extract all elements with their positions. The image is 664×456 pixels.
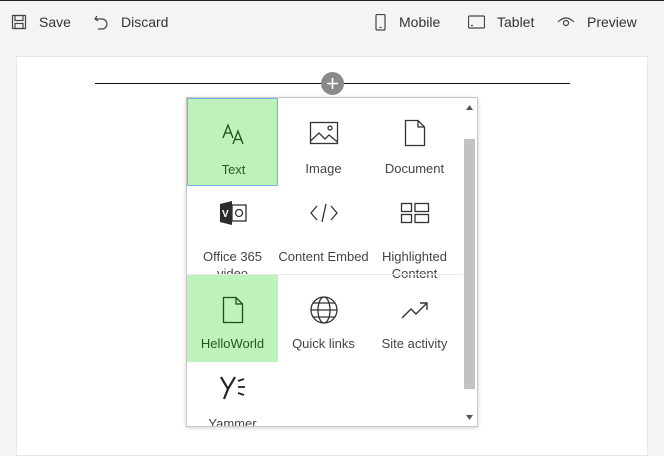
helloworld-document-icon (222, 296, 243, 324)
office365-video-icon: V (219, 201, 247, 225)
save-label: Save (39, 14, 71, 30)
tile-site-activity[interactable]: Site activity (369, 275, 460, 362)
globe-icon (309, 296, 338, 324)
tile-content-embed[interactable]: Content Embed (278, 186, 369, 274)
caret-up-icon (466, 104, 473, 110)
tablet-label: Tablet (497, 14, 535, 30)
discard-label: Discard (121, 14, 169, 30)
discard-button[interactable]: Discard (93, 1, 168, 43)
tile-yammer-label: Yammer (208, 416, 257, 427)
highlighted-content-icon (400, 202, 429, 224)
undo-icon (94, 15, 108, 30)
add-webpart-button[interactable] (321, 72, 344, 95)
tile-image[interactable]: Image (278, 98, 369, 186)
tile-quick-links-label: Quick links (292, 336, 355, 351)
caret-down-icon (466, 414, 473, 420)
tile-highlighted-content[interactable]: Highlighted Content (369, 186, 460, 281)
mobile-view-button[interactable]: Mobile (375, 1, 440, 43)
webpart-toolbox: Text Image Document V Office 365 Content… (186, 97, 478, 427)
plus-icon (327, 78, 338, 89)
tile-helloworld[interactable]: HelloWorld (187, 275, 278, 362)
code-embed-icon (309, 203, 338, 223)
tile-quick-links[interactable]: Quick links (278, 275, 369, 362)
tile-content-embed-label: Content Embed (278, 249, 369, 264)
toolbox-scrollbar[interactable] (462, 98, 477, 426)
preview-button[interactable]: Preview (557, 1, 637, 43)
trending-icon (401, 302, 428, 319)
tile-text-label: Text (221, 162, 246, 177)
preview-label: Preview (587, 14, 637, 30)
scroll-up-arrow[interactable] (462, 100, 477, 114)
tile-document[interactable]: Document (369, 98, 460, 186)
tile-document-label: Document (384, 161, 445, 176)
tile-office365-video[interactable]: V Office 365 video (187, 186, 278, 281)
tile-site-activity-label: Site activity (381, 336, 448, 351)
tile-image-label: Image (305, 161, 342, 176)
eye-icon (557, 17, 575, 27)
save-button[interactable]: Save (11, 1, 71, 43)
tablet-view-button[interactable]: Tablet (468, 1, 534, 43)
tile-helloworld-label: HelloWorld (200, 336, 265, 351)
image-icon (309, 121, 338, 145)
mobile-label: Mobile (399, 14, 441, 30)
scroll-down-arrow[interactable] (462, 410, 477, 424)
mobile-phone-icon (375, 13, 386, 31)
command-bar: Save Discard Mobile Tablet Preview (0, 0, 664, 42)
save-icon (11, 14, 27, 30)
tablet-icon (468, 15, 485, 29)
yammer-icon (219, 376, 245, 400)
document-icon (404, 119, 425, 147)
svg-text:V: V (222, 209, 229, 220)
scrollbar-thumb[interactable] (464, 139, 475, 389)
tile-yammer[interactable]: Yammer (187, 362, 278, 427)
